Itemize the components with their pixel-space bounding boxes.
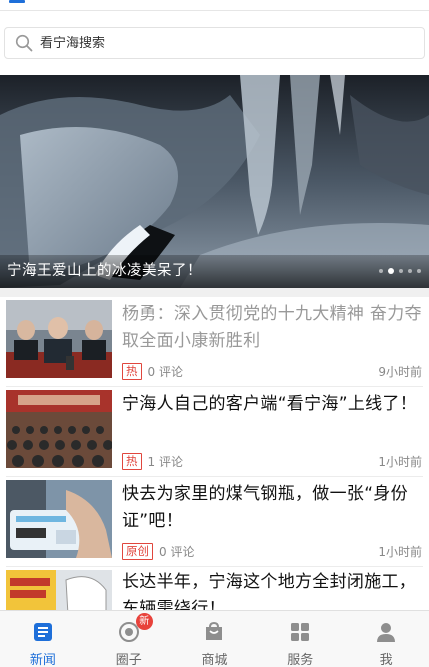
hot-tag: 热 [122, 362, 142, 380]
carousel-dot-active[interactable] [388, 268, 394, 274]
tab-label: 圈子 [115, 653, 142, 667]
news-item[interactable]: 快去为家里的煤气钢瓶，做一张“身份证”吧！ 原创 0 评论 1小时前 [0, 477, 429, 567]
news-meta: 热 1 评论 1小时前 [122, 452, 422, 470]
user-icon [374, 621, 398, 643]
tab-label: 商城 [201, 653, 228, 667]
tab-me[interactable]: 我 [343, 611, 429, 667]
shop-icon [202, 621, 226, 643]
comment-count: 0 评论 [159, 544, 195, 559]
carousel-dots [379, 268, 421, 274]
top-divider [0, 10, 429, 11]
news-title[interactable]: 宁海人自己的客户端“看宁海”上线了！ [122, 391, 422, 418]
carousel-dot[interactable] [417, 269, 421, 273]
news-time: 1小时前 [378, 454, 422, 469]
news-item[interactable]: 长达半年，宁海这个地方全封闭施工，车辆需绕行！ [0, 567, 429, 610]
news-meta: 原创 0 评论 1小时前 [122, 542, 422, 560]
section-separator [0, 288, 429, 297]
hot-tag: 热 [122, 452, 142, 470]
tab-news[interactable]: 新闻 [0, 611, 86, 667]
carousel-dot[interactable] [379, 269, 383, 273]
news-title[interactable]: 快去为家里的煤气钢瓶，做一张“身份证”吧！ [122, 481, 422, 535]
news-item[interactable]: 杨勇：深入贯彻党的十九大精神 奋力夺取全面小康新胜利 热 0 评论 9小时前 [0, 297, 429, 387]
news-icon [31, 621, 55, 643]
tab-label: 新闻 [29, 653, 56, 667]
service-grid-icon [288, 621, 312, 643]
banner-caption[interactable]: 宁海王爱山上的冰凌美呆了！ [7, 259, 202, 280]
news-title[interactable]: 杨勇：深入贯彻党的十九大精神 奋力夺取全面小康新胜利 [122, 301, 422, 355]
news-meta: 热 0 评论 9小时前 [122, 362, 422, 380]
bottom-tab-bar: 新闻 新 圈子 商城 服务 我 [0, 610, 429, 667]
comment-count: 1 评论 [147, 454, 183, 469]
search-bar[interactable] [4, 27, 425, 59]
news-time: 9小时前 [378, 364, 422, 379]
tab-shop[interactable]: 商城 [172, 611, 258, 667]
banner-carousel[interactable]: 宁海王爱山上的冰凌美呆了！ [0, 75, 429, 288]
tab-circle[interactable]: 新 圈子 [86, 611, 172, 667]
tab-label: 我 [379, 653, 393, 667]
comment-count: 0 评论 [147, 364, 183, 379]
news-thumbnail [6, 300, 112, 378]
new-badge: 新 [135, 613, 153, 630]
carousel-dot[interactable] [408, 269, 412, 273]
carousel-dot[interactable] [399, 269, 403, 273]
top-tab-indicator [9, 0, 25, 3]
tab-service[interactable]: 服务 [257, 611, 343, 667]
search-input[interactable] [40, 35, 400, 51]
news-time: 1小时前 [378, 544, 422, 559]
original-tag: 原创 [122, 542, 153, 560]
news-item[interactable]: 宁海人自己的客户端“看宁海”上线了！ 热 1 评论 1小时前 [0, 387, 429, 477]
news-thumbnail [6, 480, 112, 558]
news-title[interactable]: 长达半年，宁海这个地方全封闭施工，车辆需绕行！ [122, 569, 422, 610]
tab-label: 服务 [287, 653, 314, 667]
news-thumbnail [6, 570, 112, 610]
news-thumbnail [6, 390, 112, 468]
search-icon [14, 33, 34, 53]
